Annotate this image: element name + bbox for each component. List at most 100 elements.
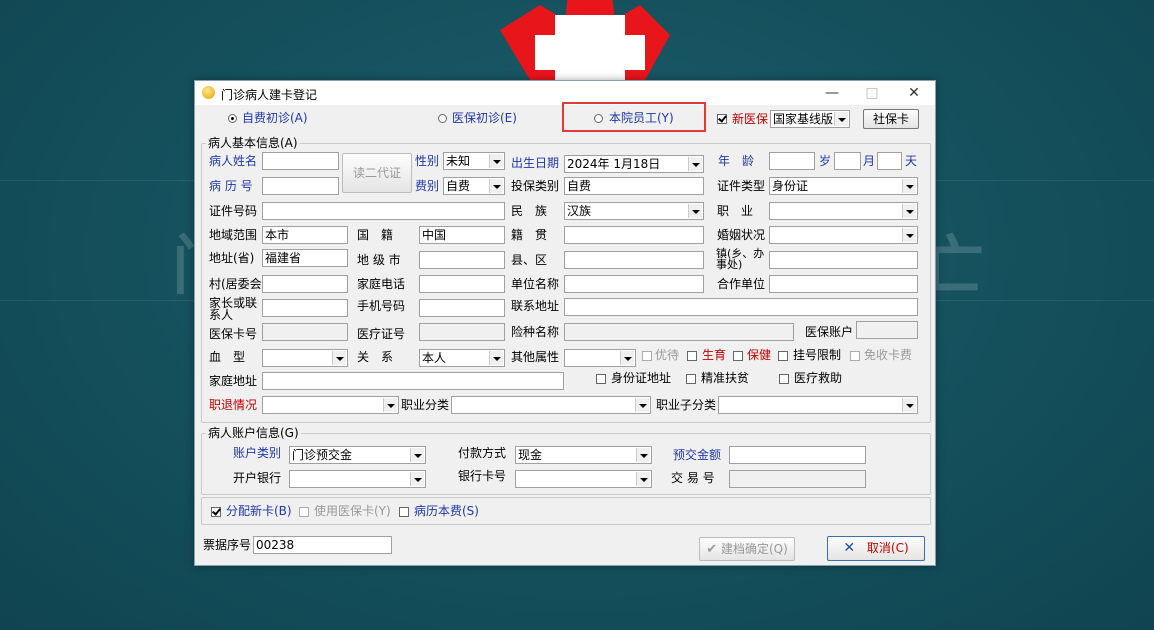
birth-date-picker[interactable]: 2024年 1月18日 <box>564 155 704 173</box>
read-id-card-button[interactable]: 读二代证 <box>342 153 412 193</box>
job-subcategory-select[interactable] <box>718 396 918 414</box>
cancel-button[interactable]: ✕ 取消(C) <box>827 536 925 561</box>
id-address-label: 身份证地址 <box>611 371 672 385</box>
insurance-card-input[interactable] <box>262 323 348 341</box>
maternity-checkbox[interactable] <box>687 351 697 361</box>
province-input[interactable]: 福建省 <box>262 249 348 267</box>
insure-type-label: 投保类别 <box>511 179 560 193</box>
cert-type-select[interactable]: 身份证 <box>769 177 918 195</box>
mobile-input[interactable] <box>419 299 505 317</box>
city-input[interactable] <box>419 251 505 269</box>
trade-no-input[interactable] <box>729 470 866 488</box>
country-label: 国 籍 <box>357 228 394 242</box>
contact-address-input[interactable] <box>564 298 918 316</box>
priority-checkbox[interactable] <box>642 351 652 361</box>
insure-type-input[interactable]: 自费 <box>564 177 704 195</box>
insurance-account-input[interactable] <box>856 321 918 339</box>
maternity-label: 生育 <box>702 348 727 362</box>
use-insurance-card-label: 使用医保卡(Y) <box>314 504 391 518</box>
gender-label: 性别 <box>415 154 440 168</box>
free-card-fee-label: 免收卡费 <box>864 348 913 362</box>
poverty-aid-label: 精准扶贫 <box>701 371 750 385</box>
use-insurance-card-checkbox[interactable] <box>299 507 309 517</box>
region-input[interactable]: 本市 <box>262 226 348 244</box>
staff-label[interactable]: 本院员工(Y) <box>609 110 674 126</box>
fee-type-select[interactable]: 自费 <box>443 177 505 195</box>
home-address-input[interactable] <box>262 372 564 390</box>
nation-label: 民 族 <box>511 204 548 218</box>
blood-type-select[interactable] <box>262 349 348 367</box>
minimize-button[interactable]: — <box>813 83 851 103</box>
country-input[interactable]: 中国 <box>419 226 505 244</box>
record-no-label: 病 历 号 <box>209 179 253 193</box>
bank-select[interactable] <box>289 470 426 488</box>
close-button[interactable]: ✕ <box>895 83 933 103</box>
age-days-input[interactable] <box>877 152 902 170</box>
new-insurance-checkbox[interactable] <box>717 114 727 124</box>
cert-no-input[interactable] <box>262 202 505 220</box>
medical-cert-input[interactable] <box>419 323 505 341</box>
bank-card-select[interactable] <box>515 470 652 488</box>
job-select[interactable] <box>769 202 918 220</box>
retire-status-select[interactable] <box>262 396 399 414</box>
deposit-amount-input[interactable] <box>729 446 866 464</box>
job-category-select[interactable] <box>451 396 651 414</box>
pay-method-select[interactable]: 现金 <box>515 446 652 464</box>
village-input[interactable] <box>262 275 348 293</box>
other-attr-select[interactable] <box>564 349 636 367</box>
staff-radio[interactable] <box>594 114 603 123</box>
guardian-label: 家长或联系人 <box>209 296 258 322</box>
relation-select[interactable]: 本人 <box>419 349 505 367</box>
employer-input[interactable] <box>564 275 704 293</box>
partner-unit-input[interactable] <box>769 275 918 293</box>
insurance-name-input[interactable] <box>564 323 794 341</box>
social-card-button[interactable]: 社保卡 <box>863 109 919 129</box>
nation-select[interactable]: 汉族 <box>564 202 704 220</box>
poverty-aid-checkbox[interactable] <box>686 374 696 384</box>
county-input[interactable] <box>564 251 704 269</box>
insurance-version-select[interactable]: 国家基线版 <box>770 110 850 128</box>
job-label: 职 业 <box>717 204 754 218</box>
marital-label: 婚姻状况 <box>717 228 766 242</box>
record-no-input[interactable] <box>262 177 339 195</box>
contact-address-label: 联系地址 <box>511 299 560 313</box>
region-label: 地域范围 <box>209 228 258 242</box>
reg-limit-checkbox[interactable] <box>778 351 788 361</box>
health-care-checkbox[interactable] <box>733 351 743 361</box>
hospital-cross-logo <box>500 0 670 80</box>
cert-type-label: 证件类型 <box>717 179 766 193</box>
relation-label: 关 系 <box>357 350 394 364</box>
account-type-label: 账户类别 <box>233 446 282 460</box>
assign-card-checkbox[interactable] <box>211 507 221 517</box>
record-book-fee-checkbox[interactable] <box>399 507 409 517</box>
guardian-input[interactable] <box>262 299 348 317</box>
county-label: 县、区 <box>511 253 548 267</box>
name-input[interactable] <box>262 152 339 170</box>
self-pay-label[interactable]: 自费初诊(A) <box>242 110 308 126</box>
ticket-no-input[interactable]: 00238 <box>253 536 392 554</box>
bank-label: 开户银行 <box>233 471 282 485</box>
marital-select[interactable] <box>769 226 918 244</box>
confirm-label: 建档确定(Q) <box>720 542 788 556</box>
confirm-button[interactable]: ✔ 建档确定(Q) <box>699 537 795 561</box>
insurance-label[interactable]: 医保初诊(E) <box>452 110 517 126</box>
insurance-radio[interactable] <box>438 114 447 123</box>
age-months-input[interactable] <box>834 152 861 170</box>
age-years-input[interactable] <box>769 152 815 170</box>
maximize-button[interactable]: □ <box>853 83 891 103</box>
self-pay-radio[interactable] <box>228 114 237 123</box>
account-info-title: 病人账户信息(G) <box>206 426 301 440</box>
id-address-checkbox[interactable] <box>596 374 606 384</box>
health-care-label: 保健 <box>747 348 772 362</box>
native-place-input[interactable] <box>564 226 704 244</box>
account-type-select[interactable]: 门诊预交金 <box>289 446 426 464</box>
medical-aid-checkbox[interactable] <box>779 374 789 384</box>
age-label: 年 龄 <box>718 154 755 168</box>
town-input[interactable] <box>769 251 918 269</box>
gender-select[interactable]: 未知 <box>443 152 505 170</box>
home-phone-input[interactable] <box>419 275 505 293</box>
native-place-label: 籍 贯 <box>511 228 548 242</box>
free-card-fee-checkbox[interactable] <box>850 351 860 361</box>
home-phone-label: 家庭电话 <box>357 277 406 291</box>
medical-cert-label: 医疗证号 <box>357 327 406 341</box>
